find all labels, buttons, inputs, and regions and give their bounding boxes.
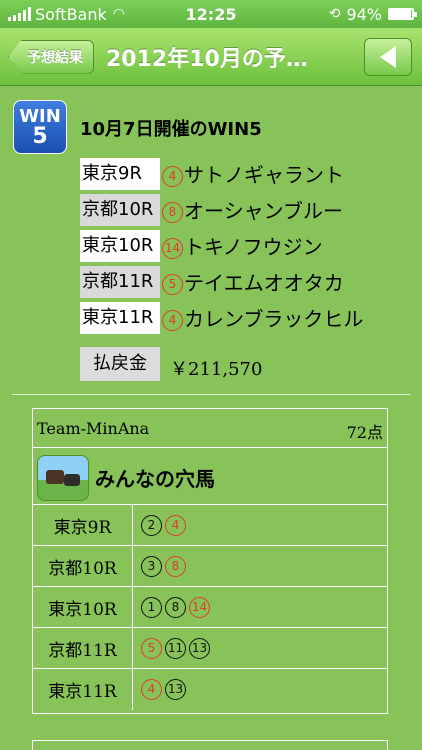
winning-horse: 14 トキノフウジン bbox=[160, 231, 323, 260]
navigation-bar: 予想結果 2012年10月の予… bbox=[0, 28, 422, 86]
hit-number: 4 bbox=[141, 679, 162, 700]
hit-number: 14 bbox=[189, 596, 210, 618]
race-result-row: 京都11R 5 テイエムオオタカ bbox=[80, 264, 363, 299]
team-header: みんなの穴馬 bbox=[33, 447, 387, 505]
race-label: 東京11R bbox=[80, 301, 160, 334]
pick-race: 京都11R bbox=[33, 628, 133, 668]
pick-race: 東京11R bbox=[33, 669, 133, 710]
pick-race: 東京9R bbox=[33, 505, 133, 545]
signal-icon bbox=[8, 7, 31, 21]
left-arrow-icon bbox=[380, 46, 396, 68]
race-label: 東京10R bbox=[80, 229, 160, 262]
event-title: 10月7日開催のWIN5 bbox=[80, 119, 262, 140]
pick-race: 京都10R bbox=[33, 546, 133, 586]
pick-numbers: 24 bbox=[133, 505, 387, 545]
horse-number: 8 bbox=[162, 202, 183, 223]
horse-name: オーシャンブルー bbox=[184, 199, 343, 223]
race-label: 東京9R bbox=[80, 157, 160, 190]
picked-number: 2 bbox=[141, 514, 162, 536]
horse-name: サトノギャラント bbox=[184, 163, 344, 187]
previous-button[interactable] bbox=[364, 38, 412, 76]
winning-horse: 8 オーシャンブルー bbox=[160, 195, 343, 224]
payout-label: 払戻金 bbox=[80, 347, 160, 381]
pick-row: 東京10R 1 8 14 bbox=[33, 587, 387, 628]
horse-name: トキノフウジン bbox=[184, 235, 323, 259]
picked-number: 3 bbox=[141, 555, 162, 577]
back-button[interactable]: 予想結果 bbox=[8, 39, 94, 74]
pick-row: 京都11R 5 11 13 bbox=[33, 628, 387, 669]
picked-number: 13 bbox=[165, 679, 186, 700]
rotation-lock-icon: ⟲ bbox=[328, 6, 341, 22]
race-result-list: 東京9R 4 サトノギャラント 京都10R 8 オーシャンブルー 東京10R 14 トキノフウジ… bbox=[80, 156, 363, 336]
carrier-name: SoftBank bbox=[35, 4, 107, 24]
winning-horse: 5 テイエムオオタカ bbox=[160, 267, 344, 296]
battery-icon bbox=[388, 8, 417, 20]
next-card-edge bbox=[32, 740, 388, 750]
hit-number: 5 bbox=[141, 637, 162, 659]
page-title: 2012年10月の予… bbox=[106, 46, 308, 72]
race-result-row: 東京10R 14 トキノフウジン bbox=[80, 228, 363, 263]
hit-number: 4 bbox=[165, 514, 186, 536]
pick-race: 東京10R bbox=[33, 587, 133, 627]
race-label: 京都11R bbox=[80, 265, 160, 298]
team-points: 72点 bbox=[346, 423, 383, 442]
horse-number: 5 bbox=[162, 274, 183, 295]
pick-row: 京都10R 3 8 bbox=[33, 546, 387, 587]
race-result-row: 京都10R 8 オーシャンブルー bbox=[80, 192, 363, 227]
horse-name: テイエムオオタカ bbox=[184, 271, 344, 295]
horse-name: カレンブラックヒル bbox=[184, 307, 364, 331]
team-horse-icon bbox=[37, 455, 89, 501]
pick-numbers: 5 11 13 bbox=[133, 628, 387, 668]
winning-horse: 4 カレンブラックヒル bbox=[160, 303, 363, 332]
team-name: Team-MinAna bbox=[37, 419, 150, 438]
divider bbox=[12, 394, 410, 395]
picked-number: 8 bbox=[165, 596, 186, 618]
win5-logo: WIN 5 bbox=[13, 100, 67, 154]
team-prediction-card[interactable]: Team-MinAna 72点 みんなの穴馬 東京9R 2 4 京都10R 3 8 東京10… bbox=[32, 408, 388, 714]
picked-number: 13 bbox=[189, 637, 210, 659]
battery-percent: 94% bbox=[346, 4, 382, 24]
wifi-icon: ◠ bbox=[112, 6, 125, 22]
status-bar: SoftBank ◠ 12:25 ⟲ 94% bbox=[0, 0, 422, 28]
team-title: みんなの穴馬 bbox=[95, 467, 215, 491]
hit-number: 8 bbox=[165, 555, 186, 577]
pick-row: 東京9R 2 4 bbox=[33, 505, 387, 546]
pick-numbers: 1 8 14 bbox=[133, 587, 387, 627]
picked-number: 1 bbox=[141, 596, 162, 618]
payout-value: ￥211,570 bbox=[170, 359, 263, 380]
horse-number: 4 bbox=[162, 166, 183, 187]
race-label: 京都10R bbox=[80, 193, 160, 226]
winning-horse: 4 サトノギャラント bbox=[160, 159, 344, 188]
pick-numbers: 38 bbox=[133, 546, 387, 586]
picked-number: 11 bbox=[165, 637, 186, 659]
race-result-row: 東京9R 4 サトノギャラント bbox=[80, 156, 363, 191]
pick-numbers: 4 13 bbox=[133, 669, 387, 710]
horse-number: 4 bbox=[162, 310, 183, 331]
race-result-row: 東京11R 4 カレンブラックヒル bbox=[80, 300, 363, 335]
horse-number: 14 bbox=[162, 238, 183, 259]
pick-table: 東京9R 2 4 京都10R 3 8 東京10R 1 8 14 京都11R 5 11 13 東京11R 4 13 bbox=[33, 505, 387, 710]
pick-row: 東京11R 4 13 bbox=[33, 669, 387, 710]
